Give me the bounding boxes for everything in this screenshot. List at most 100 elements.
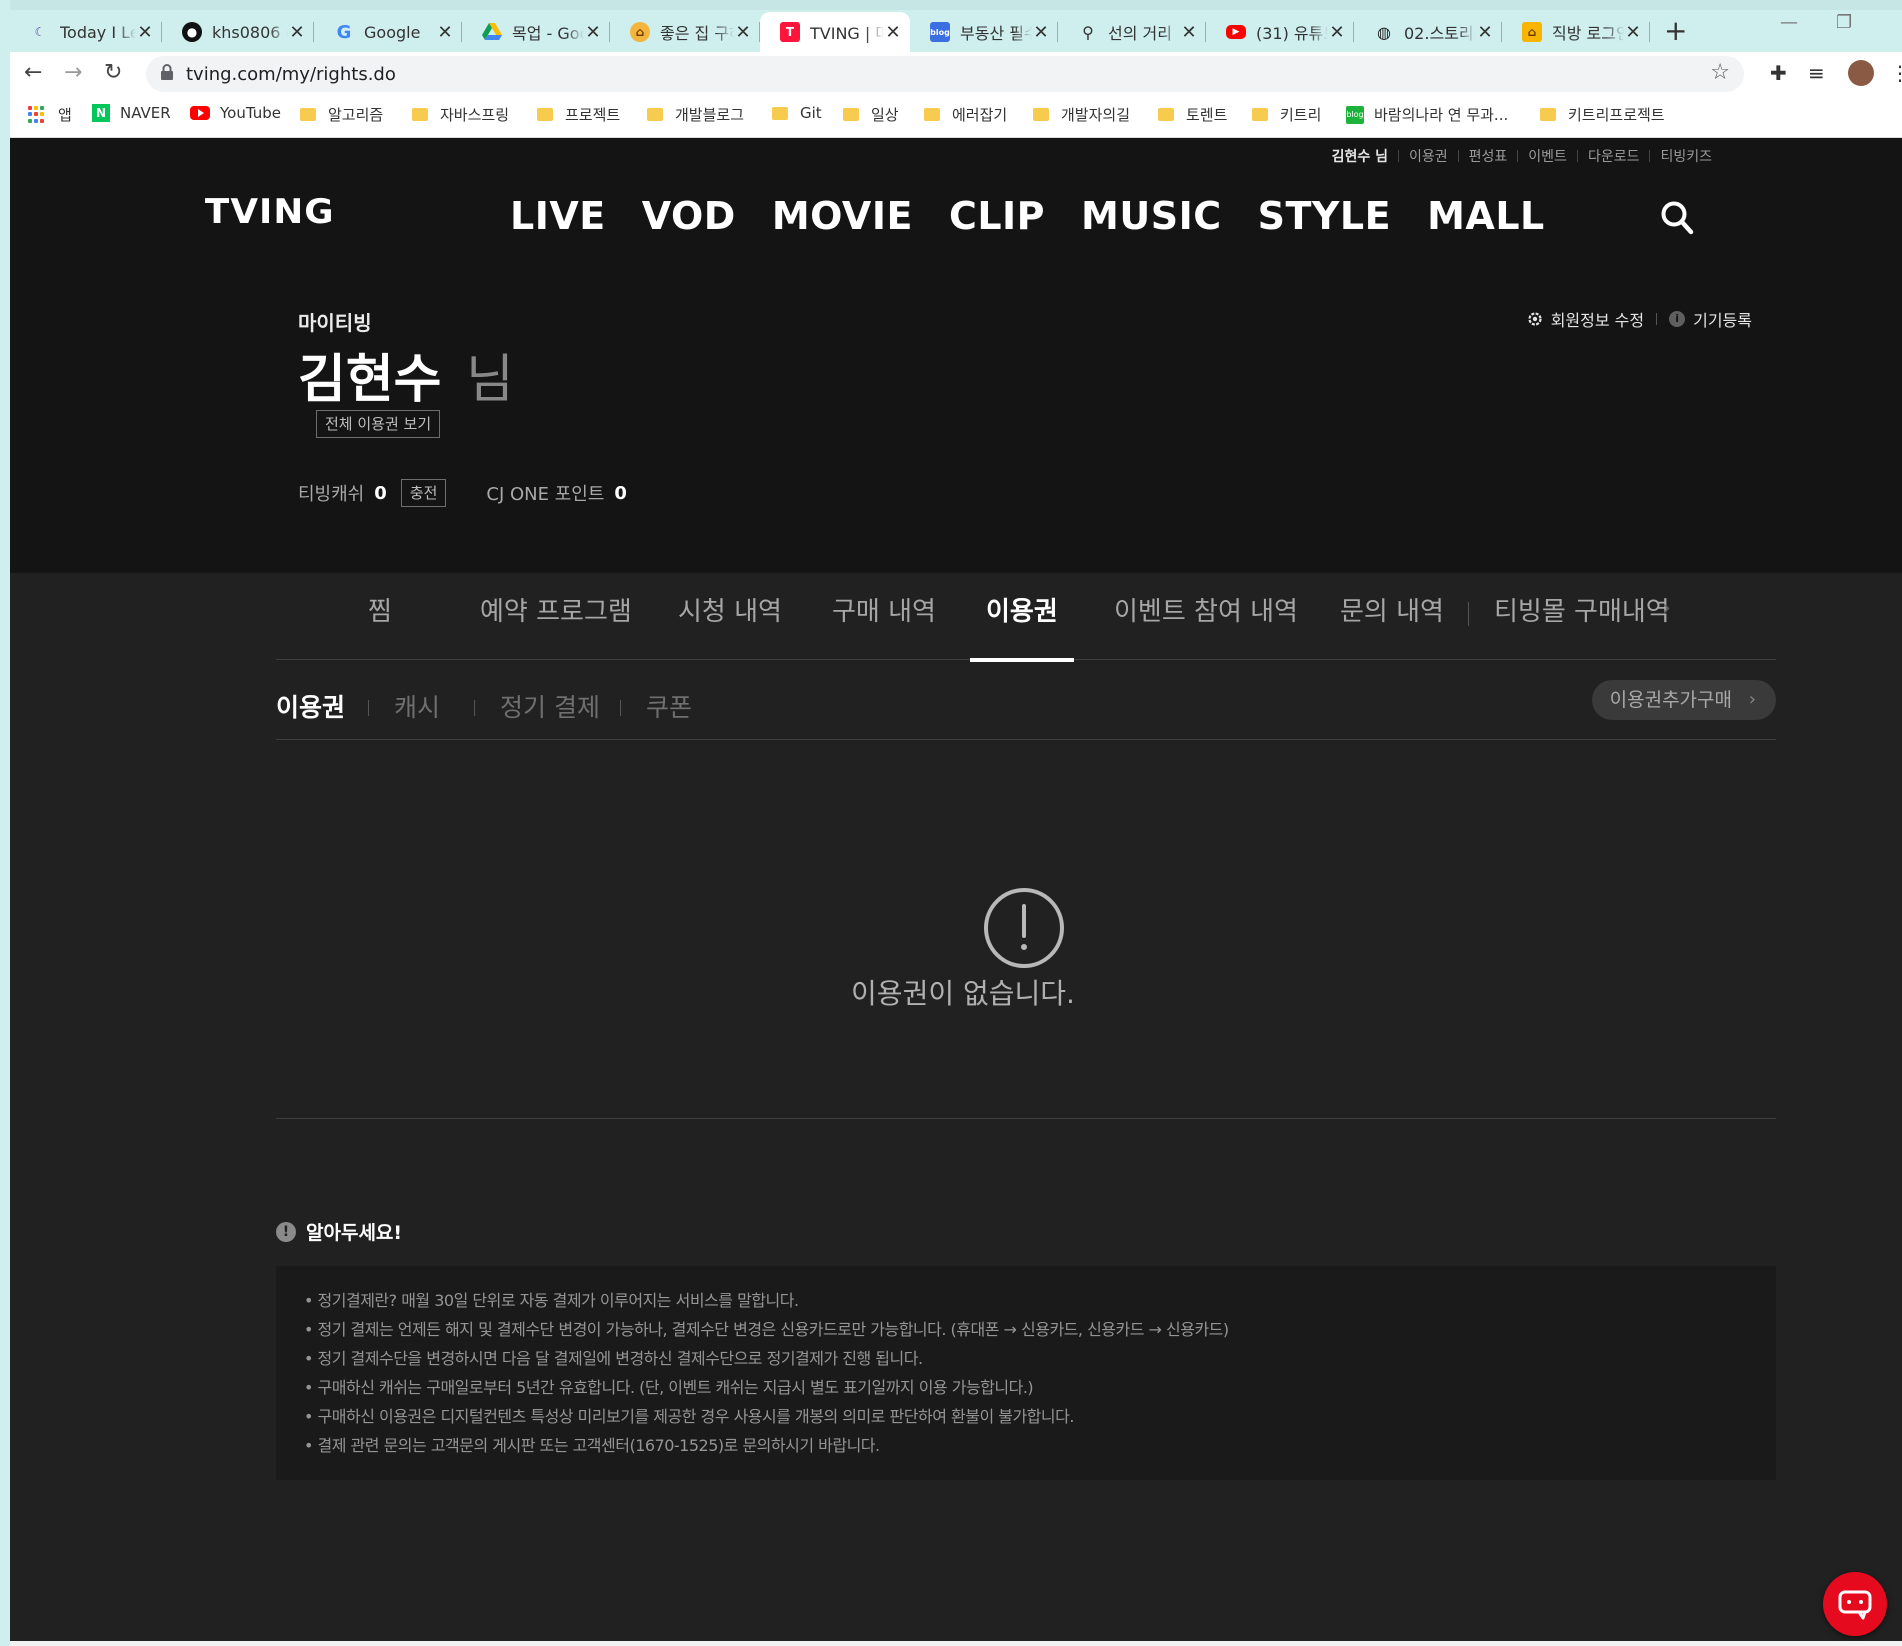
util-link-schedule[interactable]: 편성표 xyxy=(1459,146,1518,166)
tab-coupon[interactable]: 쿠폰 xyxy=(646,688,692,724)
subnav-purchase-history[interactable]: 구매 내역 xyxy=(832,590,936,660)
minimize-icon[interactable]: — xyxy=(1780,12,1798,33)
cash-value: 0 xyxy=(374,482,387,504)
device-register-link[interactable]: 기기등록 xyxy=(1693,307,1752,331)
util-link-kids[interactable]: 티빙키즈 xyxy=(1650,146,1722,166)
address-bar[interactable]: tving.com/my/rights.do ☆ xyxy=(146,56,1744,92)
close-tab-icon[interactable]: ✕ xyxy=(1476,22,1494,43)
profile-avatar[interactable] xyxy=(1848,60,1874,86)
util-link-download[interactable]: 다운로드 xyxy=(1578,146,1650,166)
folder-icon xyxy=(1033,108,1049,121)
bookmark-folder[interactable]: 프로젝트 xyxy=(537,104,620,125)
tab-rights[interactable]: 이용권 xyxy=(276,688,345,724)
subnav-favorites[interactable]: 찜 xyxy=(368,590,392,660)
close-tab-icon[interactable]: ✕ xyxy=(288,22,306,43)
browser-tab[interactable]: blog 부동산 필수 ✕ xyxy=(910,12,1058,52)
subnav-event-history[interactable]: 이벤트 참여 내역 xyxy=(1114,590,1298,660)
subnav-rights[interactable]: 이용권 xyxy=(970,590,1074,662)
bookmark-youtube[interactable]: YouTube xyxy=(190,104,281,122)
new-tab-button[interactable]: + xyxy=(1664,14,1687,47)
browser-chrome: ☾ Today I Learned ✕ ● khs0806 (github) ✕… xyxy=(0,0,1902,138)
close-tab-icon[interactable]: ✕ xyxy=(1328,22,1346,43)
add-rights-button[interactable]: 이용권추가구매 › xyxy=(1591,680,1776,720)
close-tab-icon[interactable]: ✕ xyxy=(884,22,902,43)
tving-logo[interactable]: TVING xyxy=(205,192,335,232)
nav-mall[interactable]: MALL xyxy=(1427,194,1545,238)
exclamation-circle-icon xyxy=(984,888,1064,968)
nav-style[interactable]: STYLE xyxy=(1258,194,1391,238)
blog-icon: blog xyxy=(1346,105,1364,124)
close-tab-icon[interactable]: ✕ xyxy=(136,22,154,43)
browser-tab[interactable]: ● khs0806 (github) ✕ xyxy=(162,12,314,52)
chatbot-button[interactable] xyxy=(1823,1572,1887,1636)
subnav-reservations[interactable]: 예약 프로그램 xyxy=(480,590,632,660)
nav-clip[interactable]: CLIP xyxy=(949,194,1045,238)
bookmark-blog[interactable]: blog 바람의나라 연 무과... xyxy=(1346,104,1508,125)
subnav-inquiries[interactable]: 문의 내역 xyxy=(1340,590,1444,660)
nav-live[interactable]: LIVE xyxy=(510,194,606,238)
util-link-event[interactable]: 이벤트 xyxy=(1518,146,1577,166)
nav-vod[interactable]: VOD xyxy=(642,194,736,238)
cash-label: 티빙캐쉬 xyxy=(298,484,365,505)
bookmark-folder[interactable]: Git xyxy=(772,104,822,122)
lock-icon xyxy=(161,64,173,80)
menu-icon[interactable]: ⋮ xyxy=(1890,61,1902,85)
utility-links: 김현수 님 이용권 편성표 이벤트 다운로드 티빙키즈 xyxy=(1322,146,1722,166)
close-tab-icon[interactable]: ✕ xyxy=(734,22,752,43)
bookmark-naver[interactable]: N NAVER xyxy=(92,104,171,122)
back-icon[interactable]: ← xyxy=(24,60,42,85)
close-tab-icon[interactable]: ✕ xyxy=(584,22,602,43)
close-tab-icon[interactable]: ✕ xyxy=(1180,22,1198,43)
browser-tab[interactable]: ▶ (31) 유튜브 ✕ xyxy=(1206,12,1354,52)
util-link-rights[interactable]: 이용권 xyxy=(1399,146,1458,166)
honorific: 님 xyxy=(466,350,514,410)
reload-icon[interactable]: ↻ xyxy=(104,60,122,85)
nav-movie[interactable]: MOVIE xyxy=(772,194,913,238)
close-tab-icon[interactable]: ✕ xyxy=(1032,22,1050,43)
bookmark-folder[interactable]: 에러잡기 xyxy=(924,104,1007,125)
tab-cash[interactable]: 캐시 xyxy=(394,688,440,724)
bookmark-folder[interactable]: 일상 xyxy=(843,104,899,125)
browser-tab[interactable]: ⌂ 좋은 집 구하기 ✕ xyxy=(610,12,760,52)
edit-member-info-link[interactable]: 회원정보 수정 xyxy=(1551,307,1644,331)
bookmark-folder[interactable]: 키트리프로젝트 xyxy=(1540,104,1665,125)
bookmark-folder[interactable]: 개발자의길 xyxy=(1033,104,1130,125)
folder-icon xyxy=(1540,108,1556,121)
bookmark-star-icon[interactable]: ☆ xyxy=(1710,60,1730,85)
browser-tab[interactable]: 목업 - Google Drive ✕ xyxy=(462,12,610,52)
subnav-watch-history[interactable]: 시청 내역 xyxy=(678,590,782,660)
browser-tab-active[interactable]: T TVING | 마이티빙 ✕ xyxy=(760,12,910,52)
bookmark-folder[interactable]: 알고리즘 xyxy=(300,104,383,125)
view-all-rights-button[interactable]: 전체 이용권 보기 xyxy=(316,410,441,438)
extensions-icon[interactable]: ✚ xyxy=(1770,61,1787,85)
close-tab-icon[interactable]: ✕ xyxy=(436,22,454,43)
bookmark-folder[interactable]: 개발블로그 xyxy=(647,104,744,125)
forward-icon[interactable]: → xyxy=(64,60,82,85)
restore-icon[interactable]: ❐ xyxy=(1836,12,1852,33)
browser-tab[interactable]: G Google ✕ xyxy=(314,12,462,52)
charge-button[interactable]: 충전 xyxy=(400,479,447,507)
browser-tab[interactable]: ☾ Today I Learned ✕ xyxy=(10,12,162,52)
profile-section: 마이티빙 김현수 님 전체 이용권 보기 티빙캐쉬 0 충전 CJ ONE 포인… xyxy=(10,263,1902,573)
browser-tab[interactable]: ⌂ 직방 로그인 ✕ xyxy=(1502,12,1650,52)
chevron-right-icon: › xyxy=(1748,689,1756,710)
subnav-mall-purchases[interactable]: 티빙몰 구매내역 xyxy=(1494,590,1670,660)
nav-music[interactable]: MUSIC xyxy=(1081,194,1222,238)
notice-item: 정기결제란? 매월 30일 단위로 자동 결제가 이루어지는 서비스를 말합니다… xyxy=(304,1286,1748,1315)
browser-tab[interactable]: ⚲ 선의 거리 ✕ xyxy=(1058,12,1206,52)
util-link-user[interactable]: 김현수 님 xyxy=(1322,146,1398,166)
bookmark-folder[interactable]: 토렌트 xyxy=(1158,104,1227,125)
bookmark-apps[interactable]: 앱 xyxy=(28,104,72,125)
bookmark-folder[interactable]: 자바스프링 xyxy=(412,104,509,125)
chat-bubble-icon xyxy=(1838,1590,1872,1620)
tving-page: 김현수 님 이용권 편성표 이벤트 다운로드 티빙키즈 TVING LIVE V… xyxy=(10,138,1902,1646)
media-queue-icon[interactable]: ≡ xyxy=(1808,61,1825,85)
url-text: tving.com/my/rights.do xyxy=(186,64,396,85)
search-icon[interactable] xyxy=(1660,200,1694,236)
notice-item: 구매하신 캐쉬는 구매일로부터 5년간 유효합니다. (단, 이벤트 캐쉬는 지… xyxy=(304,1373,1748,1402)
close-tab-icon[interactable]: ✕ xyxy=(1624,22,1642,43)
tab-subscription[interactable]: 정기 결제 xyxy=(500,688,600,724)
browser-tab[interactable]: ◍ 02.스토리보드 ✕ xyxy=(1354,12,1502,52)
folder-icon xyxy=(1158,108,1174,121)
bookmark-folder[interactable]: 키트리 xyxy=(1252,104,1321,125)
